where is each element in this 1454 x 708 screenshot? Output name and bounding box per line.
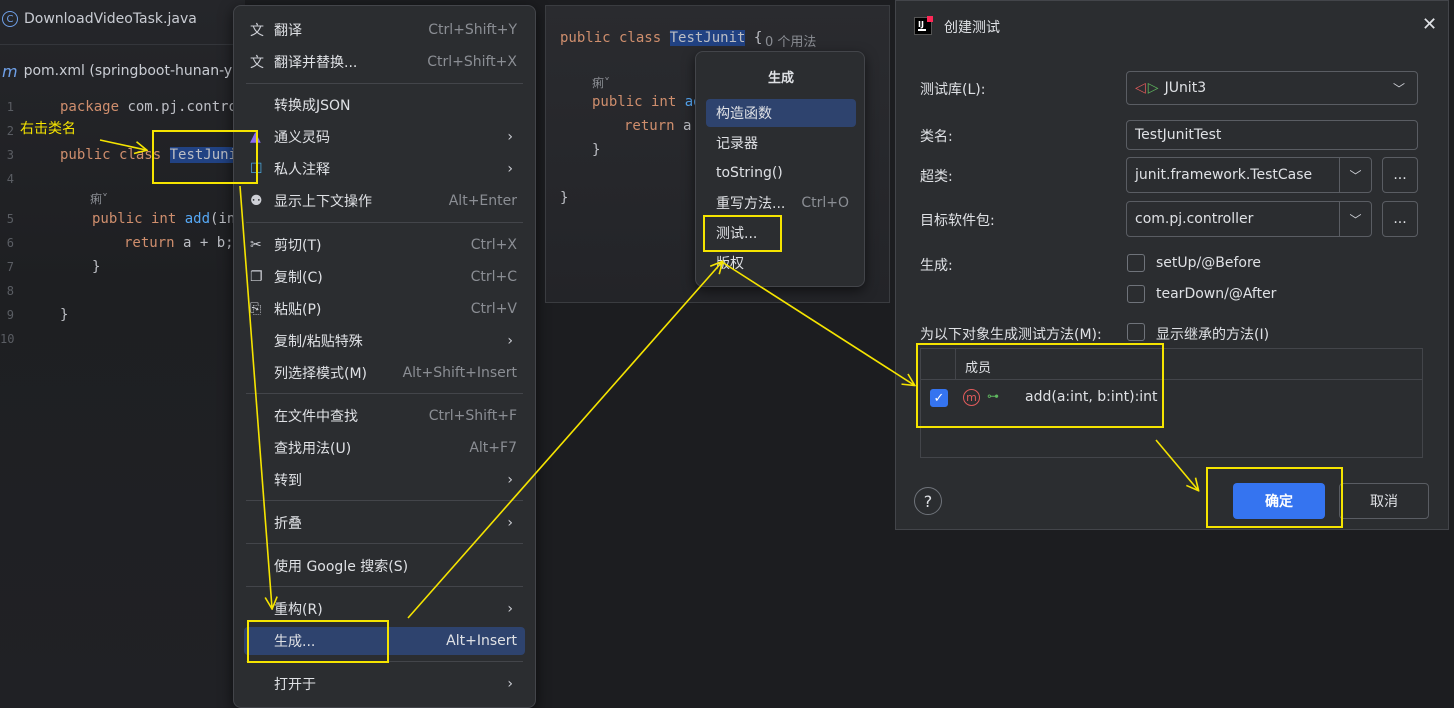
arrow-to-class-name (99, 139, 146, 150)
arrow-to-generate (239, 185, 272, 608)
annotation-arrows (99, 139, 1454, 619)
arrow-to-ok (1155, 439, 1198, 490)
arrow-to-member (721, 261, 914, 385)
arrow-to-test (407, 262, 722, 619)
